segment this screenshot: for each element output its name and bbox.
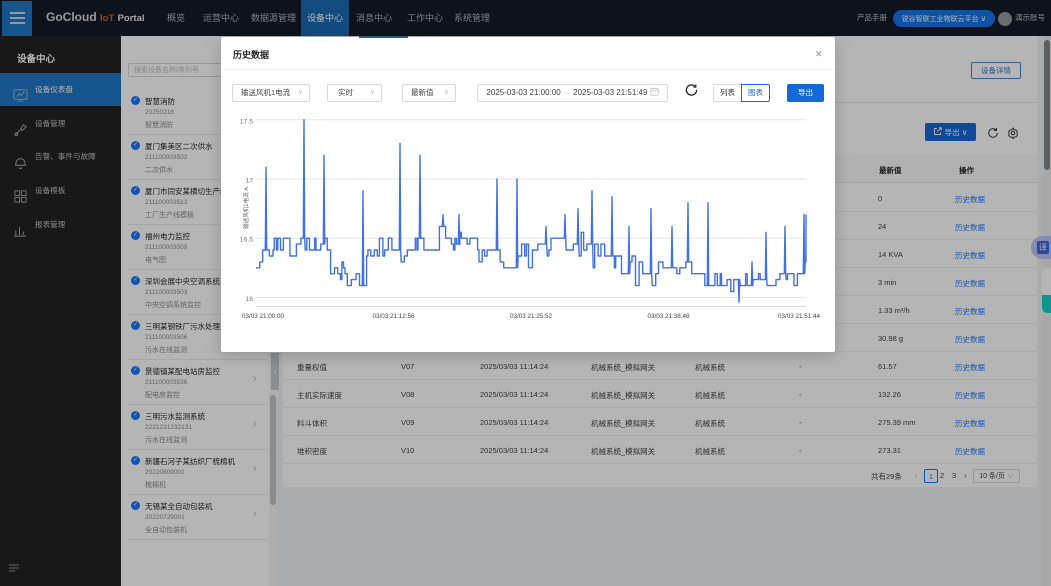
svg-text:17: 17 xyxy=(245,178,253,185)
svg-text:输送风机1电流 A: 输送风机1电流 A xyxy=(242,187,250,229)
svg-text:16: 16 xyxy=(245,296,253,303)
svg-text:03/03 21:25:52: 03/03 21:25:52 xyxy=(510,313,553,320)
svg-text:03/03 21:12:56: 03/03 21:12:56 xyxy=(372,313,415,320)
svg-text:17.5: 17.5 xyxy=(240,118,253,125)
svg-text:03/03 21:00:00: 03/03 21:00:00 xyxy=(242,313,285,320)
svg-text:03/03 21:51:44: 03/03 21:51:44 xyxy=(778,313,821,320)
svg-text:03/03 21:38:48: 03/03 21:38:48 xyxy=(647,313,690,320)
svg-text:16.5: 16.5 xyxy=(240,237,253,244)
